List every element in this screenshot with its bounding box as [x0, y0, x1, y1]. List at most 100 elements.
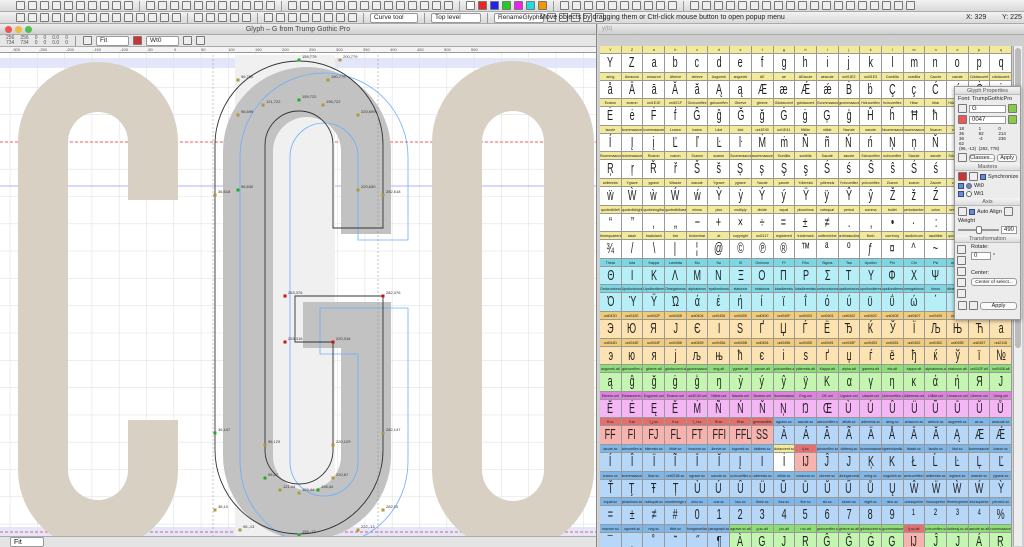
glyph-cell[interactable]: Ύ: [621, 293, 644, 312]
glyph-cell[interactable]: Ș: [730, 160, 752, 179]
list-icon[interactable]: [774, 1, 783, 10]
glyph-cell[interactable]: K: [816, 373, 839, 392]
align-icon[interactable]: [644, 1, 653, 10]
glyph-cell[interactable]: Ĩ: [665, 452, 687, 472]
glyph-cell[interactable]: h: [795, 54, 817, 73]
view-icon[interactable]: [170, 1, 179, 10]
glyph-cell[interactable]: ≠: [816, 213, 839, 233]
glyph-cell[interactable]: Ě: [665, 399, 687, 419]
glyph-cell[interactable]: .: [838, 213, 861, 233]
knife-icon[interactable]: [312, 1, 321, 10]
glyph-cell[interactable]: ý: [751, 373, 774, 392]
glyph-cell[interactable]: Ñ: [708, 399, 731, 419]
glyph-cell[interactable]: Ǽ: [795, 80, 817, 100]
move-icon[interactable]: [957, 245, 966, 254]
glyph-cell[interactable]: į: [643, 133, 666, 153]
glyph-cell[interactable]: „: [665, 213, 687, 233]
view-icon[interactable]: [194, 1, 203, 10]
outline-node[interactable]: [213, 193, 217, 197]
glyph-cell[interactable]: ș: [751, 160, 774, 179]
glyph-cell[interactable]: ќ: [925, 346, 947, 366]
glyph-cell[interactable]: Ψ: [925, 266, 947, 286]
glyph-cell[interactable]: ĥ: [881, 107, 904, 126]
glyph-cell[interactable]: Ĺ: [925, 452, 947, 472]
glyph-cell[interactable]: ^: [903, 240, 926, 259]
glyph-cell[interactable]: ѓ: [860, 346, 882, 366]
glyph-cell[interactable]: “: [600, 213, 622, 233]
glyph-cell[interactable]: Ĥ: [860, 107, 882, 126]
outline-node[interactable]: [321, 103, 325, 107]
glyph-cell[interactable]: Ŋ: [795, 399, 817, 419]
level-select[interactable]: Top level: [431, 12, 481, 23]
glyph-cell[interactable]: є: [751, 346, 774, 366]
glyph-cell[interactable]: ℗: [751, 240, 774, 259]
glyph-cell[interactable]: 8: [860, 506, 882, 525]
node-icon[interactable]: [444, 1, 453, 10]
outline-node[interactable]: [316, 488, 320, 492]
glyph-cell[interactable]: ŷ: [860, 186, 882, 206]
apply-button[interactable]: Apply: [997, 153, 1017, 162]
glyph-cell[interactable]: Ģ: [881, 532, 904, 547]
glyph-cell[interactable]: ĝ: [708, 107, 731, 126]
glyph-cell[interactable]: Û: [730, 479, 752, 499]
glyph-cell[interactable]: њ: [708, 346, 731, 366]
glyph-cell[interactable]: Å: [881, 426, 904, 445]
glyph-cell[interactable]: Ẃ: [968, 479, 991, 499]
glyph-cell[interactable]: ΄: [925, 293, 947, 312]
glyph-cell[interactable]: Ġ: [773, 107, 796, 126]
glyph-cell[interactable]: Ş: [773, 160, 796, 179]
hint-icon[interactable]: [324, 13, 333, 22]
master-settings-icon[interactable]: [969, 172, 978, 181]
glyph-cell[interactable]: #: [665, 506, 687, 525]
glyph-cell[interactable]: FFL: [730, 426, 752, 445]
remove-axis-icon[interactable]: [1003, 207, 1013, 216]
axis-icon[interactable]: [958, 207, 967, 216]
glyph-cell[interactable]: ń: [860, 133, 882, 153]
glyph-cell[interactable]: ґ: [816, 346, 839, 366]
rect-outline-icon[interactable]: [420, 1, 429, 10]
hint-icon[interactable]: [300, 13, 309, 22]
glyph-cell[interactable]: Ç: [881, 80, 904, 100]
glyph-cell[interactable]: ř: [665, 160, 687, 179]
glyph-cell[interactable]: Ī: [686, 452, 709, 472]
glyph-cell[interactable]: /: [621, 240, 644, 259]
minimize-button[interactable]: [15, 26, 22, 33]
glyph-cell[interactable]: ĝ: [621, 373, 644, 392]
glyph-cell[interactable]: ş: [795, 160, 817, 179]
glyph-cell[interactable]: ±: [795, 213, 817, 233]
glyph-cell[interactable]: Ū: [947, 399, 969, 419]
glyph-cell[interactable]: Ќ: [860, 319, 882, 339]
glyph-cell[interactable]: l: [881, 54, 904, 73]
glyph-cell[interactable]: Ą: [947, 426, 969, 445]
outline-node[interactable]: [213, 431, 217, 435]
glyph-cell[interactable]: Џ: [773, 319, 796, 339]
glyph-cell[interactable]: =: [773, 213, 796, 233]
glyph-cell[interactable]: Ĵ: [816, 452, 839, 472]
pointer-icon[interactable]: [16, 13, 25, 22]
glyph-cell[interactable]: Ů: [860, 479, 882, 499]
glyph-cell[interactable]: Ř: [643, 160, 666, 179]
grid-tool-icon[interactable]: [160, 13, 169, 22]
align-icon[interactable]: [584, 1, 593, 10]
color-blue-icon[interactable]: [490, 1, 499, 10]
glyph-cell[interactable]: Ă: [925, 426, 947, 445]
glyph-cell[interactable]: j: [838, 54, 861, 73]
glyph-cell[interactable]: ŷ: [773, 373, 796, 392]
glyph-cell[interactable]: FT: [686, 426, 709, 445]
glyph-cell[interactable]: ¯: [600, 532, 622, 547]
glyph-cell[interactable]: o: [947, 54, 969, 73]
glyph-cell[interactable]: ÿ: [795, 373, 817, 392]
glyph-cell[interactable]: ỳ: [730, 186, 752, 206]
view-icon[interactable]: [218, 1, 227, 10]
zoom-icon[interactable]: [82, 36, 92, 45]
glyph-cell[interactable]: ά: [686, 293, 709, 312]
outline-node[interactable]: [381, 193, 385, 197]
glyph-cell[interactable]: Ħ: [903, 107, 926, 126]
component-icon[interactable]: [230, 13, 239, 22]
glyph-cell[interactable]: æ: [773, 80, 796, 100]
glyph-cell[interactable]: ~: [925, 240, 947, 259]
glyph-cell[interactable]: Į: [621, 133, 644, 153]
glyph-cell[interactable]: š: [708, 160, 731, 179]
glyph-cell[interactable]: ®: [773, 240, 796, 259]
glyph-cell[interactable]: ј: [665, 346, 687, 366]
